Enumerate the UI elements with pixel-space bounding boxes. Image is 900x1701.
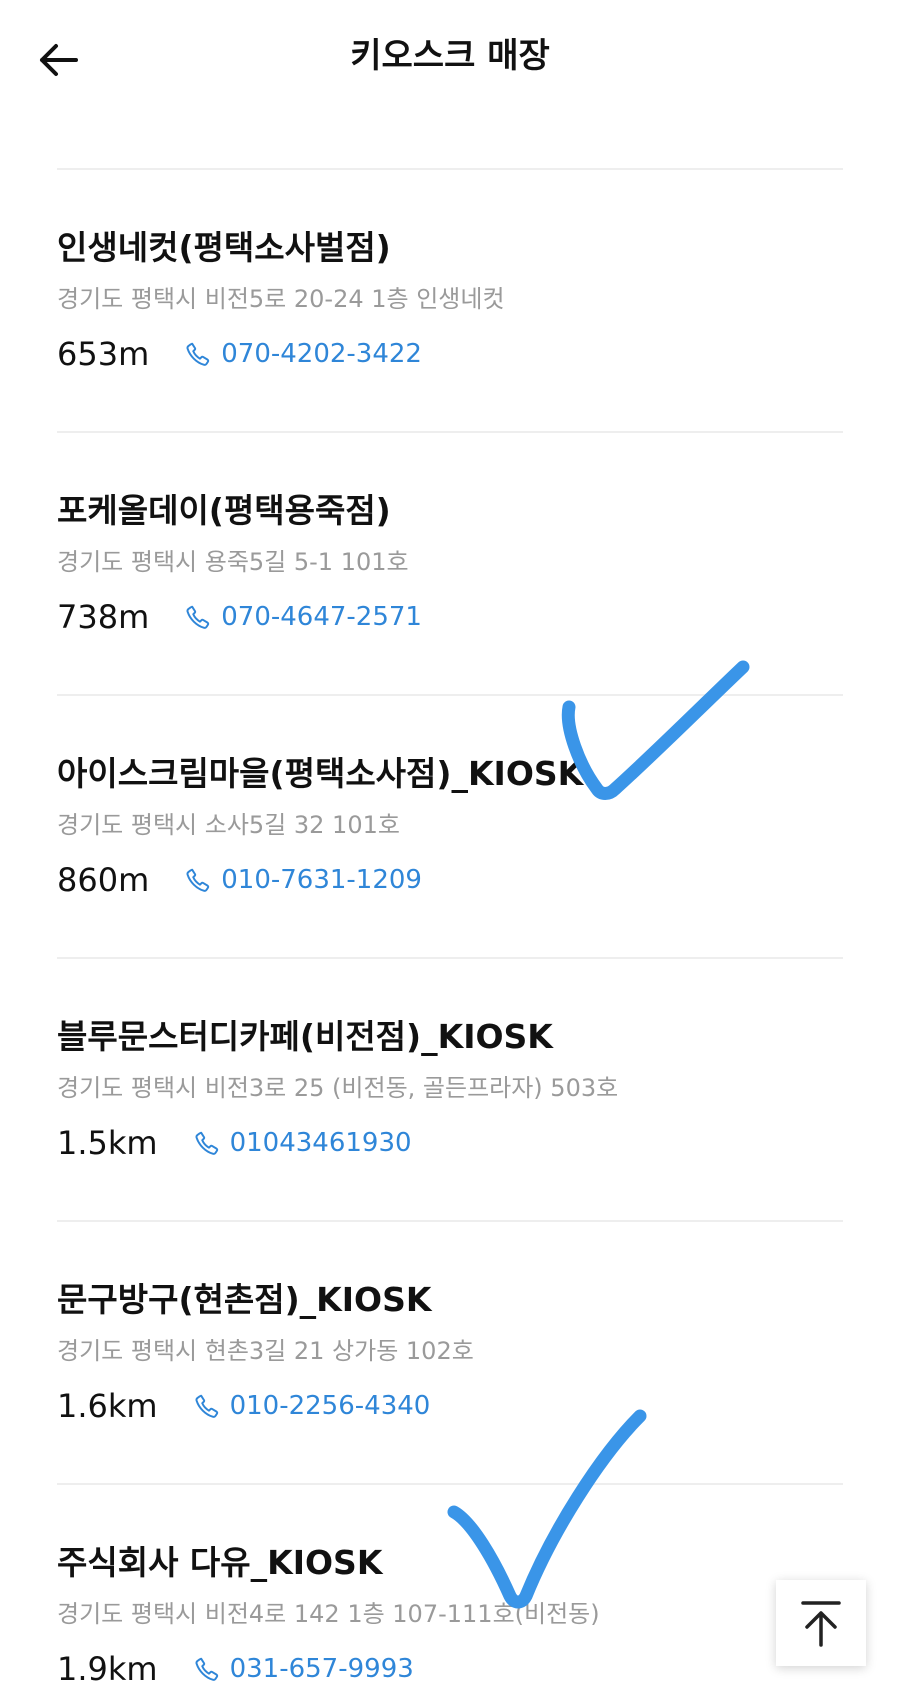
store-name: 포케올데이(평택용죽점) <box>57 491 391 530</box>
phone-link[interactable]: 070-4202-3422 <box>185 332 422 376</box>
store-name: 문구방구(현촌점)_KIOSK <box>57 1280 432 1319</box>
store-meta: 1.6km 010-2256-4340 <box>57 1384 430 1428</box>
phone-link[interactable]: 01043461930 <box>194 1121 412 1165</box>
store-list: 인생네컷(평택소사벌점) 경기도 평택시 비전5로 20-24 1층 인생네컷 … <box>57 168 843 1701</box>
store-phone: 010-2256-4340 <box>229 1391 431 1421</box>
phone-link[interactable]: 010-7631-1209 <box>185 858 422 902</box>
list-item[interactable]: 아이스크림마을(평택소사점)_KIOSK 경기도 평택시 소사5길 32 101… <box>57 694 843 957</box>
store-meta: 738m 070-4647-2571 <box>57 595 422 639</box>
store-address: 경기도 평택시 비전3로 25 (비전동, 골든프라자) 503호 <box>57 1074 619 1102</box>
store-name: 주식회사 다유_KIOSK <box>57 1543 383 1582</box>
scroll-top-button[interactable] <box>776 1580 866 1666</box>
store-address: 경기도 평택시 현촌3길 21 상가동 102호 <box>57 1337 474 1365</box>
store-distance: 860m <box>57 861 150 899</box>
store-phone: 031-657-9993 <box>229 1654 414 1684</box>
store-distance: 738m <box>57 598 150 636</box>
phone-link[interactable]: 070-4647-2571 <box>185 595 422 639</box>
store-address: 경기도 평택시 비전5로 20-24 1층 인생네컷 <box>57 285 505 313</box>
list-item[interactable]: 주식회사 다유_KIOSK 경기도 평택시 비전4로 142 1층 107-11… <box>57 1483 843 1701</box>
store-address: 경기도 평택시 용죽5길 5-1 101호 <box>57 548 409 576</box>
store-name: 인생네컷(평택소사벌점) <box>57 228 391 267</box>
list-item[interactable]: 인생네컷(평택소사벌점) 경기도 평택시 비전5로 20-24 1층 인생네컷 … <box>57 168 843 431</box>
store-phone: 010-7631-1209 <box>221 865 422 895</box>
phone-link[interactable]: 031-657-9993 <box>194 1647 414 1691</box>
store-name: 블루문스터디카페(비전점)_KIOSK <box>57 1017 553 1056</box>
store-meta: 1.5km 01043461930 <box>57 1121 412 1165</box>
phone-link[interactable]: 010-2256-4340 <box>194 1384 431 1428</box>
store-meta: 860m 010-7631-1209 <box>57 858 422 902</box>
store-distance: 653m <box>57 335 150 373</box>
store-name: 아이스크림마을(평택소사점)_KIOSK <box>57 754 584 793</box>
store-meta: 653m 070-4202-3422 <box>57 332 422 376</box>
store-distance: 1.5km <box>57 1124 158 1162</box>
arrow-up-to-top-icon <box>801 1601 841 1647</box>
phone-icon <box>195 1657 218 1681</box>
store-meta: 1.9km 031-657-9993 <box>57 1647 414 1691</box>
phone-icon <box>186 605 210 629</box>
store-phone: 070-4202-3422 <box>221 339 422 369</box>
phone-icon <box>186 342 210 366</box>
store-address: 경기도 평택시 소사5길 32 101호 <box>57 811 400 839</box>
list-item[interactable]: 블루문스터디카페(비전점)_KIOSK 경기도 평택시 비전3로 25 (비전동… <box>57 957 843 1220</box>
phone-icon <box>186 868 210 892</box>
store-phone: 01043461930 <box>229 1128 412 1158</box>
list-item[interactable]: 포케올데이(평택용죽점) 경기도 평택시 용죽5길 5-1 101호 738m … <box>57 431 843 694</box>
store-distance: 1.9km <box>57 1650 158 1688</box>
page-title: 키오스크 매장 <box>350 36 550 76</box>
list-item[interactable]: 문구방구(현촌점)_KIOSK 경기도 평택시 현촌3길 21 상가동 102호… <box>57 1220 843 1483</box>
kiosk-store-page: 키오스크 매장 인생네컷(평택소사벌점) 경기도 평택시 비전5로 20-24 … <box>0 0 900 1701</box>
store-address: 경기도 평택시 비전4로 142 1층 107-111호(비전동) <box>57 1600 600 1628</box>
header: 키오스크 매장 <box>0 0 900 118</box>
store-distance: 1.6km <box>57 1387 158 1425</box>
phone-icon <box>195 1131 218 1155</box>
store-phone: 070-4647-2571 <box>221 602 422 632</box>
phone-icon <box>195 1394 218 1418</box>
